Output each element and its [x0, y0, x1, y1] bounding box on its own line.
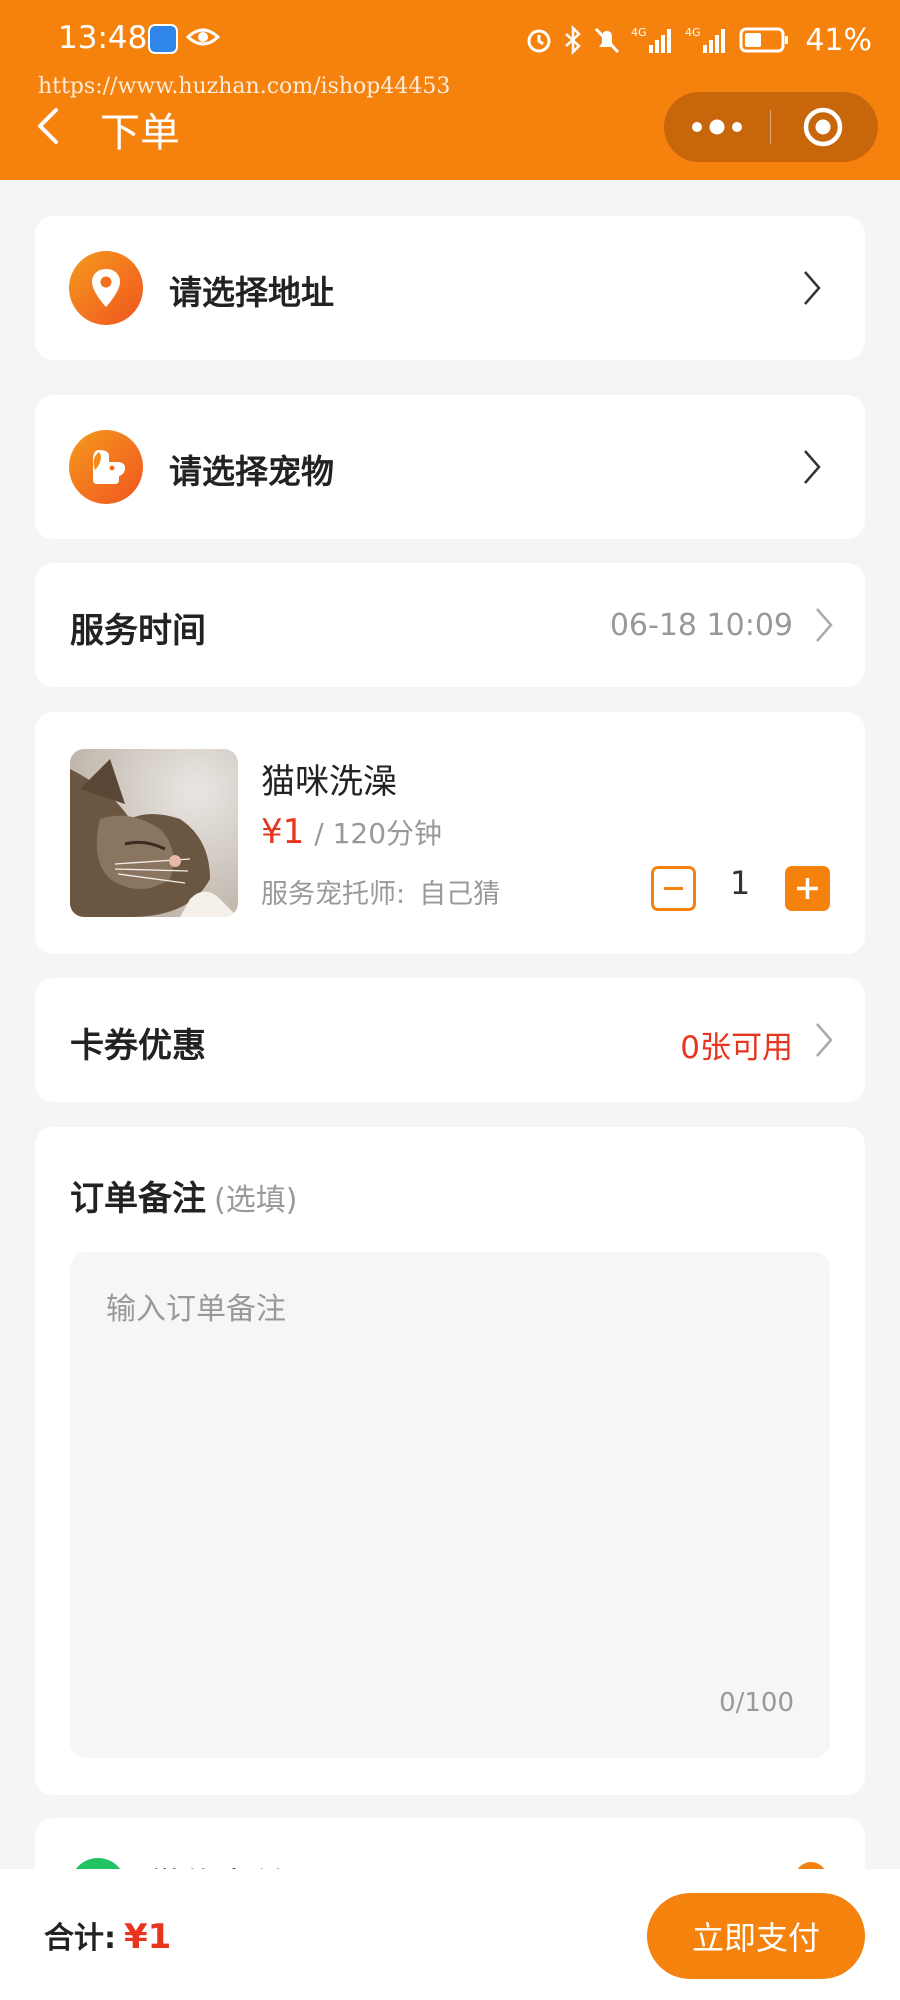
order-remark-input[interactable] — [70, 1252, 830, 1712]
service-name: 猫咪洗澡 — [261, 762, 397, 802]
chevron-right-icon — [816, 1023, 833, 1057]
remark-title-text: 订单备注 — [70, 1179, 206, 1219]
bluetooth-icon — [565, 25, 582, 55]
quantity-increase-button[interactable] — [785, 866, 830, 911]
coupon-label: 卡券优惠 — [70, 1026, 206, 1066]
chevron-right-icon — [804, 271, 821, 305]
service-item-card: 猫咪洗澡 ¥1 / 120分钟 服务宠托师: 自己猜 1 — [35, 712, 865, 954]
checkout-bar: 合计: ¥1 立即支付 — [0, 1869, 900, 2000]
coupon-row[interactable]: 卡券优惠 0张可用 — [35, 978, 865, 1102]
eye-icon — [186, 28, 220, 46]
battery-icon — [739, 27, 789, 53]
mute-icon — [595, 27, 620, 54]
alarm-icon — [527, 29, 551, 53]
network-label-1: 4G — [631, 26, 647, 39]
order-total: 合计: ¥1 — [44, 1913, 171, 1957]
miniprogram-capsule — [664, 92, 878, 162]
network-label-2: 4G — [685, 26, 701, 39]
remark-title: 订单备注 (选填) — [70, 1171, 297, 1220]
quantity-value: 1 — [729, 864, 751, 902]
signal-icon-1: 4G — [631, 26, 672, 53]
address-label: 请选择地址 — [169, 273, 334, 312]
order-remark-card: 订单备注(选填) 0/100 — [35, 1127, 865, 1795]
total-amount: ¥1 — [124, 1917, 172, 1957]
service-duration: / 120分钟 — [314, 817, 443, 850]
service-sitter: 服务宠托师: 自己猜 — [261, 872, 500, 911]
close-miniprogram-button[interactable] — [771, 92, 878, 162]
target-circle-icon — [803, 107, 843, 147]
back-arrow-icon[interactable] — [32, 104, 66, 148]
chevron-right-icon — [804, 450, 821, 484]
service-time-value: 06-18 10:09 — [609, 608, 793, 643]
service-time-row[interactable]: 服务时间 06-18 10:09 — [35, 563, 865, 687]
watermark: https://www.huzhan.com/ishop44453 — [38, 74, 451, 99]
plus-icon — [797, 878, 818, 899]
remark-box: 0/100 — [70, 1252, 830, 1758]
app-notification-icon — [148, 24, 178, 54]
address-selector[interactable]: 请选择地址 — [35, 216, 865, 360]
pet-label: 请选择宠物 — [169, 452, 334, 491]
page-title: 下单 — [100, 110, 180, 156]
status-time: 13:48 — [58, 20, 148, 56]
more-options-button[interactable] — [664, 92, 770, 162]
service-price: ¥1 — [261, 812, 305, 852]
battery-percent: 41% — [805, 22, 872, 58]
location-pin-icon — [69, 251, 143, 325]
service-price-row: ¥1 / 120分钟 — [261, 812, 442, 852]
sitter-name: 自己猜 — [419, 879, 501, 910]
cat-photo — [70, 749, 238, 917]
service-time-label: 服务时间 — [70, 611, 206, 651]
pay-now-button[interactable]: 立即支付 — [647, 1893, 865, 1979]
remark-optional-hint: (选填) — [214, 1183, 298, 1218]
quantity-decrease-button[interactable] — [651, 866, 696, 911]
coupon-available: 0张可用 — [680, 1030, 793, 1066]
pet-selector[interactable]: 请选择宠物 — [35, 395, 865, 539]
header: 13:48 4G 4G 41% https://www.huzhan.com/i… — [0, 0, 900, 180]
total-label: 合计: — [44, 1921, 116, 1956]
dog-icon — [69, 430, 143, 504]
signal-icon-2: 4G — [685, 26, 726, 53]
more-dots-icon — [692, 119, 742, 135]
sitter-label: 服务宠托师: — [261, 879, 406, 910]
status-icons: 4G 4G 41% — [525, 20, 872, 60]
minus-icon — [664, 887, 683, 890]
chevron-right-icon — [816, 608, 833, 642]
remark-char-count: 0/100 — [719, 1688, 794, 1718]
status-bar: 13:48 4G 4G 41% — [0, 0, 900, 78]
